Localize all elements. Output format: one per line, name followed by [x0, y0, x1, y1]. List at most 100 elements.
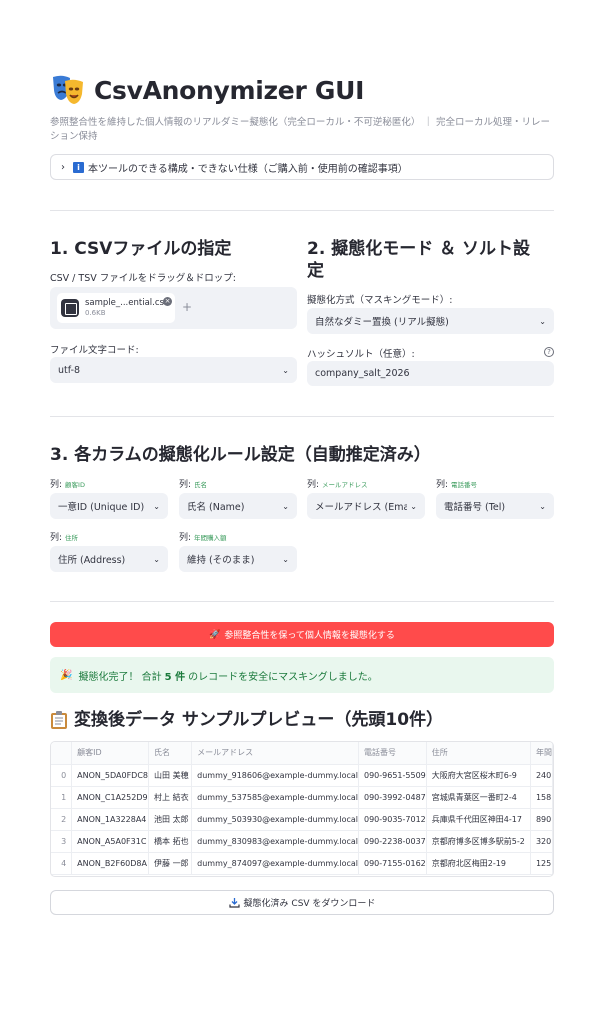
download-button-label: 擬態化済み CSV をダウンロード: [243, 899, 376, 909]
page-title: CsvAnonymizer GUI: [94, 75, 365, 105]
table-cell: 山田 美穂: [148, 764, 193, 787]
table-cell: ANON_5DA0FDC8: [71, 764, 150, 787]
chevron-down-icon: ⌄: [153, 501, 160, 511]
file-uploader[interactable]: sample_...ential.csv 0.6KB × +: [50, 287, 297, 329]
table-cell: 320: [530, 830, 553, 853]
remove-file-icon[interactable]: ×: [163, 297, 172, 306]
table-cell: dummy_503930@example-dummy.local: [191, 808, 359, 831]
table-cell: dummy_830983@example-dummy.local: [191, 830, 359, 853]
column-rule-select[interactable]: 電話番号 (Tel) ⌄: [436, 493, 554, 519]
table-cell: 240: [530, 764, 553, 787]
anonymize-button-label: 参照整合性を保って個人情報を擬態化する: [224, 631, 395, 641]
table-row: 0 ANON_5DA0FDC8 山田 美穂 dummy_918606@examp…: [51, 764, 553, 787]
chevron-right-icon: ›: [61, 161, 65, 173]
table-cell: 村上 結衣: [148, 786, 193, 809]
table-cell: 890: [530, 808, 553, 831]
salt-label: ハッシュソルト（任意）:: [307, 349, 415, 360]
table-cell: ANON_C1A252D9: [71, 786, 150, 809]
info-icon: i: [73, 161, 84, 173]
column-rule-select[interactable]: 住所 (Address) ⌄: [50, 546, 168, 572]
table-cell: 兵庫県千代田区神田4-17: [426, 808, 531, 831]
divider: [50, 601, 554, 602]
table-header: [51, 742, 73, 765]
uploaded-file-chip: sample_...ential.csv 0.6KB ×: [57, 293, 175, 323]
table-cell: ANON_B2F60D8A: [71, 852, 150, 875]
chevron-down-icon: ⌄: [282, 365, 289, 375]
anonymize-button[interactable]: 🚀 参照整合性を保って個人情報を擬態化する: [50, 622, 554, 647]
column-label: 列: 氏名: [179, 480, 208, 490]
spec-expander[interactable]: › i 本ツールのできる構成・できない仕様（ご購入前・使用前の確認事項）: [50, 154, 554, 180]
preview-header: 変換後データ サンプルプレビュー（先頭10件）: [50, 709, 443, 731]
success-suffix: のレコードを安全にマスキングしました。: [188, 671, 378, 683]
theater-masks-icon: [50, 72, 86, 108]
table-cell: 090-9651-5509: [358, 764, 427, 787]
clipboard-icon: [50, 710, 68, 730]
expander-label: 本ツールのできる構成・できない仕様（ご購入前・使用前の確認事項）: [88, 163, 408, 175]
table-header[interactable]: 顧客ID: [71, 742, 150, 765]
encoding-value: utf-8: [58, 364, 81, 376]
table-cell: 090-3992-0487: [358, 786, 427, 809]
column-label: 列: 住所: [50, 533, 79, 543]
column-label: 列: 電話番号: [436, 480, 478, 490]
table-cell: 大阪府大宮区桜木町6-9: [426, 764, 531, 787]
mode-select[interactable]: 自然なダミー置換 (リアル擬態) ⌄: [307, 308, 554, 334]
divider: [50, 210, 554, 211]
encoding-label: ファイル文字コード:: [50, 345, 139, 356]
table-cell: 橋本 拓也: [148, 830, 193, 853]
column-rule-select[interactable]: 一意ID (Unique ID) ⌄: [50, 493, 168, 519]
table-cell: 京都府北区梅田2-19: [426, 852, 531, 875]
download-button[interactable]: 擬態化済み CSV をダウンロード: [50, 890, 554, 915]
column-label: 列: 顧客ID: [50, 480, 85, 490]
table-header[interactable]: 年間: [530, 742, 553, 765]
table-header[interactable]: 住所: [426, 742, 531, 765]
column-rule-value: 一意ID (Unique ID): [58, 502, 145, 513]
table-cell: 伊藤 一郎: [148, 852, 193, 875]
divider: [50, 416, 554, 417]
row-index: 4: [51, 852, 73, 875]
row-index: 0: [51, 764, 73, 787]
column-rule-select[interactable]: 氏名 (Name) ⌄: [179, 493, 297, 519]
table-row: 4 ANON_B2F60D8A 伊藤 一郎 dummy_874097@examp…: [51, 852, 553, 875]
salt-input[interactable]: company_salt_2026: [307, 361, 554, 386]
file-icon: [61, 299, 79, 317]
table-cell: 池田 太郎: [148, 808, 193, 831]
column-rule-select[interactable]: 維持 (そのまま) ⌄: [179, 546, 297, 572]
row-index: 2: [51, 808, 73, 831]
success-prefix: 擬態化完了！ 合計: [78, 671, 162, 683]
success-alert: 🎉 擬態化完了！ 合計 5 件 のレコードを安全にマスキングしました。: [50, 657, 554, 693]
mode-label: 擬態化方式（マスキングモード）:: [307, 295, 453, 306]
mode-value: 自然なダミー置換 (リアル擬態): [315, 317, 449, 328]
column-rule-value: 住所 (Address): [58, 555, 126, 566]
rocket-icon: 🚀: [209, 629, 221, 640]
help-icon[interactable]: ?: [544, 347, 554, 357]
uploader-label: CSV / TSV ファイルをドラッグ＆ドロップ:: [50, 273, 236, 284]
table-cell: 090-9035-7012: [358, 808, 427, 831]
chevron-down-icon: ⌄: [539, 316, 546, 326]
chevron-down-icon: ⌄: [410, 501, 417, 511]
column-label: 列: メールアドレス: [307, 480, 368, 490]
section1-heading: 1. CSVファイルの指定: [50, 239, 232, 259]
download-icon: [228, 897, 240, 908]
table-header[interactable]: 電話番号: [358, 742, 427, 765]
table-header[interactable]: 氏名: [148, 742, 193, 765]
table-cell: dummy_918606@example-dummy.local: [191, 764, 359, 787]
preview-table[interactable]: 顧客ID 氏名 メールアドレス 電話番号 住所 年間 0 ANON_5DA0FD…: [50, 741, 554, 877]
encoding-select[interactable]: utf-8 ⌄: [50, 357, 297, 383]
chevron-down-icon: ⌄: [539, 501, 546, 511]
row-index: 1: [51, 786, 73, 809]
salt-value: company_salt_2026: [315, 368, 410, 379]
party-popper-icon: 🎉: [60, 669, 73, 681]
table-cell: 090-2238-0037: [358, 830, 427, 853]
chevron-down-icon: ⌄: [153, 554, 160, 564]
chevron-down-icon: ⌄: [282, 501, 289, 511]
column-rule-value: 電話番号 (Tel): [444, 502, 506, 513]
table-header[interactable]: メールアドレス: [191, 742, 359, 765]
preview-heading: 変換後データ サンプルプレビュー（先頭10件）: [74, 710, 444, 730]
column-rule-select[interactable]: メールアドレス (Email ⌄: [307, 493, 425, 519]
table-cell: dummy_537585@example-dummy.local: [191, 786, 359, 809]
table-cell: 158: [530, 786, 553, 809]
column-rule-value: メールアドレス (Email: [315, 502, 407, 513]
table-row: 3 ANON_A5A0F31C 橋本 拓也 dummy_830983@examp…: [51, 830, 553, 853]
add-file-icon[interactable]: +: [182, 300, 192, 314]
success-count: 5 件: [164, 671, 186, 683]
